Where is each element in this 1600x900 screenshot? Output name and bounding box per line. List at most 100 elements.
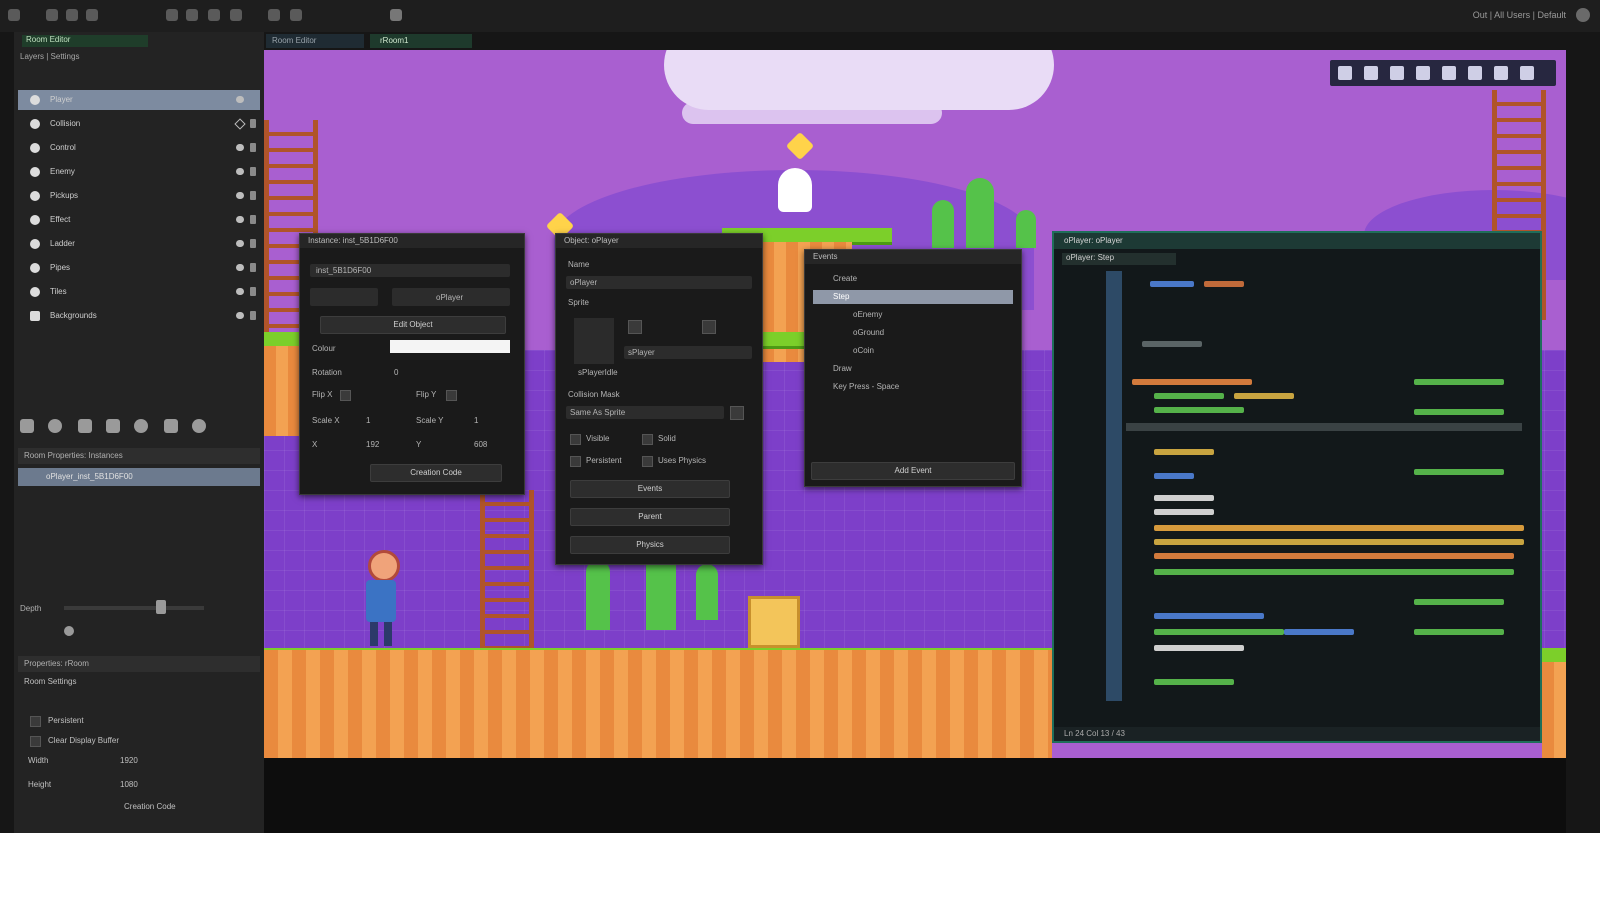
lock-icon[interactable] — [250, 311, 256, 320]
event-item-collision-ground[interactable]: oGround — [813, 326, 1013, 340]
eye-icon[interactable] — [236, 216, 244, 223]
depth-slider-handle[interactable] — [156, 600, 166, 614]
height-field[interactable]: 1080 — [120, 780, 138, 789]
instance-list-item[interactable]: oPlayer_inst_5B1D6F00 — [18, 468, 260, 486]
add-layer-icon[interactable] — [20, 419, 34, 433]
layer-item-pipes[interactable]: Pipes — [18, 258, 260, 278]
y-field[interactable]: 608 — [474, 440, 487, 449]
debug-icon[interactable] — [208, 9, 220, 21]
new-sprite-icon[interactable] — [628, 320, 642, 334]
eye-icon[interactable] — [236, 168, 244, 175]
layer-option-icon[interactable] — [64, 626, 74, 636]
target-icon[interactable] — [290, 9, 302, 21]
stop-icon[interactable] — [230, 9, 242, 21]
rotation-field[interactable]: 0 — [394, 368, 398, 377]
eye-icon[interactable] — [236, 264, 244, 271]
width-field[interactable]: 1920 — [120, 756, 138, 765]
gear-icon[interactable] — [1576, 8, 1590, 22]
instance-window-title[interactable]: Instance: inst_5B1D6F00 — [300, 234, 524, 248]
edit-sprite-icon[interactable] — [702, 320, 716, 334]
solid-checkbox[interactable] — [642, 434, 653, 445]
event-item-step[interactable]: Step — [813, 290, 1013, 304]
play-icon[interactable] — [1520, 66, 1534, 80]
lock-icon[interactable] — [250, 119, 256, 128]
scale-y-field[interactable]: 1 — [474, 416, 478, 425]
code-editor-title[interactable]: oPlayer: oPlayer — [1054, 233, 1540, 249]
parent-button[interactable]: Parent — [570, 508, 730, 526]
layer-item-player[interactable]: Player — [18, 90, 260, 110]
x-field[interactable]: 192 — [366, 440, 379, 449]
new-icon[interactable] — [46, 9, 58, 21]
eye-icon[interactable] — [236, 192, 244, 199]
eye-icon[interactable] — [236, 312, 244, 319]
colour-swatch[interactable] — [390, 340, 510, 353]
event-item-create[interactable]: Create — [813, 272, 1013, 286]
lock-icon[interactable] — [250, 143, 256, 152]
clean-icon[interactable] — [268, 9, 280, 21]
layer-item-effect[interactable]: Effect — [18, 210, 260, 230]
mask-edit-icon[interactable] — [730, 406, 744, 420]
eye-icon[interactable] — [236, 144, 244, 151]
pan-tool-icon[interactable] — [1364, 66, 1378, 80]
lock-icon[interactable] — [250, 167, 256, 176]
diamond-icon[interactable] — [234, 118, 246, 130]
layer-item-backgrounds[interactable]: Backgrounds — [18, 306, 260, 326]
sprite-select[interactable]: sPlayer — [624, 346, 752, 359]
event-item-collision-coin[interactable]: oCoin — [813, 344, 1013, 358]
eye-icon[interactable] — [236, 240, 244, 247]
scale-x-field[interactable]: 1 — [366, 416, 370, 425]
target-status[interactable]: Out | All Users | Default — [1473, 10, 1566, 20]
zoom-in-icon[interactable] — [1390, 66, 1404, 80]
creation-code-button[interactable]: Creation Code — [370, 464, 502, 482]
build-icon[interactable] — [166, 9, 178, 21]
settings-icon[interactable] — [390, 9, 402, 21]
tile-layer-icon[interactable] — [78, 419, 92, 433]
tab-room-editor[interactable]: Room Editor — [266, 34, 364, 48]
grid-icon[interactable] — [1468, 66, 1482, 80]
zoom-reset-icon[interactable] — [1442, 66, 1456, 80]
collision-mask-select[interactable]: Same As Sprite — [566, 406, 724, 419]
tab-room1[interactable]: rRoom1 — [370, 34, 472, 48]
flip-y-checkbox[interactable] — [446, 390, 457, 401]
event-item-collision-enemy[interactable]: oEnemy — [813, 308, 1013, 322]
select-tool-icon[interactable] — [1338, 66, 1352, 80]
event-item-draw[interactable]: Draw — [813, 362, 1013, 376]
layer-item-collision[interactable]: Collision — [18, 114, 260, 134]
snap-icon[interactable] — [1494, 66, 1508, 80]
lock-icon[interactable] — [250, 215, 256, 224]
depth-slider[interactable] — [64, 606, 204, 610]
add-event-button[interactable]: Add Event — [811, 462, 1015, 480]
save-icon[interactable] — [86, 9, 98, 21]
events-window-title[interactable]: Events — [805, 250, 1021, 264]
delete-layer-icon[interactable] — [192, 419, 206, 433]
event-item-key-press[interactable]: Key Press - Space — [813, 380, 1013, 394]
eye-icon[interactable] — [236, 288, 244, 295]
object-name-field[interactable]: oPlayer — [566, 276, 752, 289]
asset-layer-icon[interactable] — [134, 419, 148, 433]
home-icon[interactable] — [8, 9, 20, 21]
lock-icon[interactable] — [250, 263, 256, 272]
clear-display-checkbox[interactable] — [30, 736, 41, 747]
instance-layer-icon[interactable] — [48, 419, 62, 433]
physics-button[interactable]: Physics — [570, 536, 730, 554]
persistent-checkbox[interactable] — [30, 716, 41, 727]
folder-icon[interactable] — [164, 419, 178, 433]
lock-icon[interactable] — [250, 239, 256, 248]
events-button[interactable]: Events — [570, 480, 730, 498]
open-icon[interactable] — [66, 9, 78, 21]
instance-name-field[interactable]: inst_5B1D6F00 — [310, 264, 510, 277]
persistent-checkbox[interactable] — [570, 456, 581, 467]
uses-physics-checkbox[interactable] — [642, 456, 653, 467]
lock-icon[interactable] — [250, 287, 256, 296]
visible-checkbox[interactable] — [570, 434, 581, 445]
layer-item-ladder[interactable]: Ladder — [18, 234, 260, 254]
path-layer-icon[interactable] — [106, 419, 120, 433]
layer-item-enemy[interactable]: Enemy — [18, 162, 260, 182]
object-window-title[interactable]: Object: oPlayer — [556, 234, 762, 248]
object-select[interactable]: oPlayer — [392, 288, 510, 306]
lock-icon[interactable] — [250, 191, 256, 200]
edit-object-button[interactable]: Edit Object — [320, 316, 506, 334]
run-icon[interactable] — [186, 9, 198, 21]
code-tab-step[interactable]: oPlayer: Step — [1062, 253, 1176, 265]
layer-item-pickups[interactable]: Pickups — [18, 186, 260, 206]
